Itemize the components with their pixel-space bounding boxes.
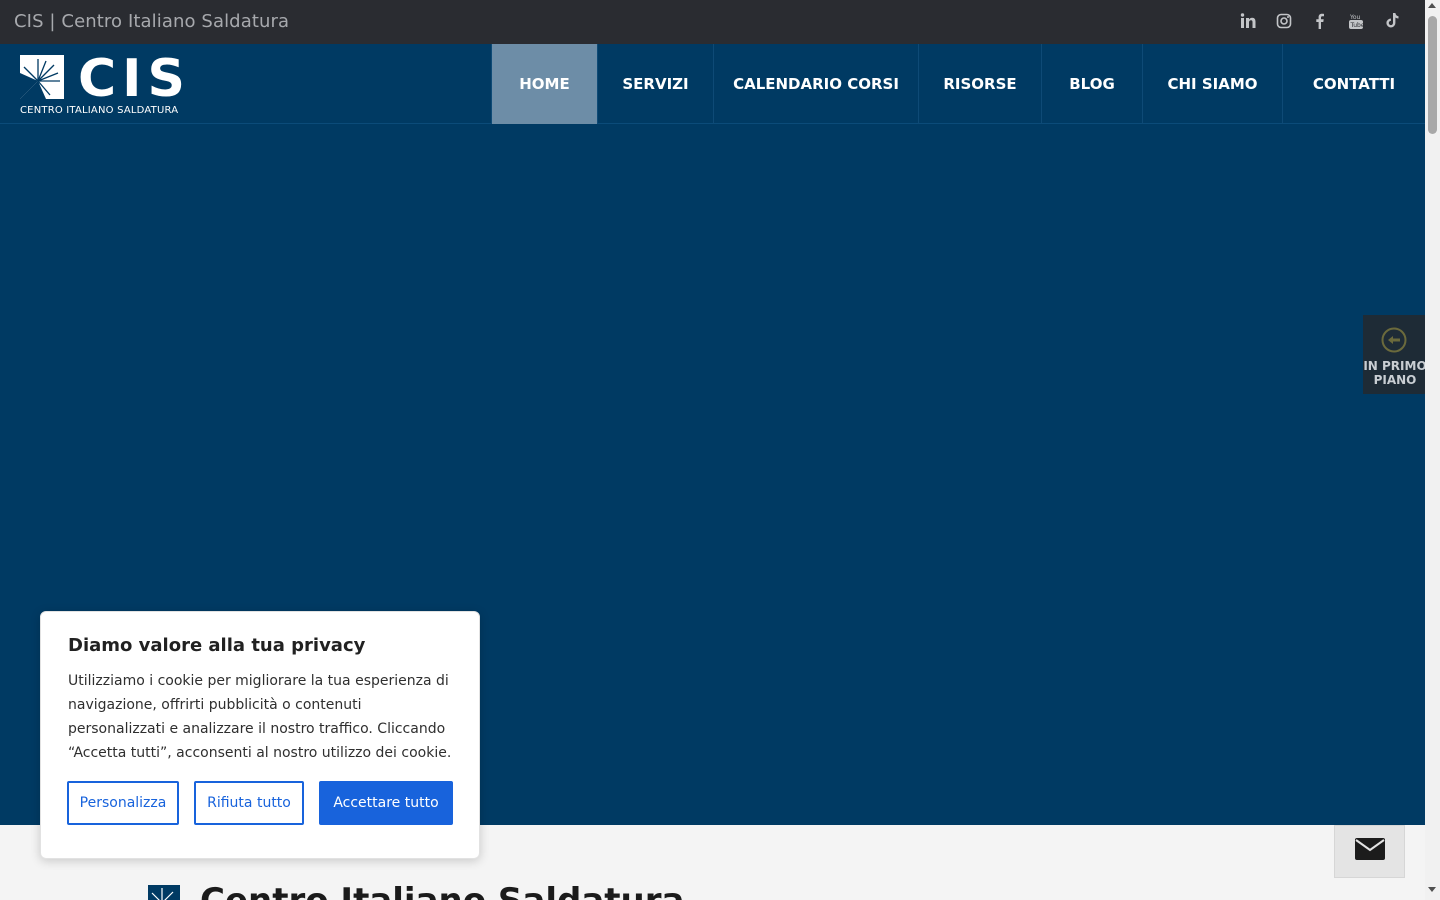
in-primo-piano-tab[interactable]: IN PRIMO PIANO <box>1363 315 1427 394</box>
site-title: CIS | Centro Italiano Saldatura <box>14 11 290 32</box>
reject-all-button[interactable]: Rifiuta tutto <box>194 781 304 825</box>
svg-text:You: You <box>1349 14 1361 21</box>
nav-item-blog[interactable]: BLOG <box>1041 44 1142 124</box>
main-navbar: CIS CENTRO ITALIANO SALDATURA HOME SERVI… <box>0 44 1425 124</box>
mail-icon <box>1354 838 1385 865</box>
social-links: You Tube <box>1237 10 1403 32</box>
main-menu: HOME SERVIZI CALENDARIO CORSI RISORSE BL… <box>491 44 1425 124</box>
tiktok-icon[interactable] <box>1381 10 1403 32</box>
facebook-icon[interactable] <box>1309 10 1331 32</box>
in-primo-piano-label: IN PRIMO PIANO <box>1363 359 1427 387</box>
nav-item-risorse[interactable]: RISORSE <box>918 44 1041 124</box>
nav-item-servizi[interactable]: SERVIZI <box>597 44 713 124</box>
page-scrollbar[interactable] <box>1425 0 1440 900</box>
cookie-consent-dialog: Diamo valore alla tua privacy Utilizziam… <box>40 611 480 859</box>
logo-star-icon <box>20 55 64 99</box>
youtube-icon[interactable]: You Tube <box>1345 10 1367 32</box>
nav-item-contatti[interactable]: CONTATTI <box>1282 44 1425 124</box>
top-bar: CIS | Centro Italiano Saldatura You Tube <box>0 0 1425 44</box>
cookie-description: Utilizziamo i cookie per migliorare la t… <box>68 673 452 761</box>
section-logo-icon <box>148 885 180 900</box>
linkedin-icon[interactable] <box>1237 10 1259 32</box>
nav-item-home[interactable]: HOME <box>491 44 597 124</box>
customize-button[interactable]: Personalizza <box>67 781 179 825</box>
contact-mail-button[interactable] <box>1334 825 1405 878</box>
scroll-down-icon[interactable] <box>1428 887 1436 892</box>
site-logo[interactable]: CIS CENTRO ITALIANO SALDATURA <box>20 49 185 117</box>
logo-subtitle: CENTRO ITALIANO SALDATURA <box>20 105 179 116</box>
cookie-title: Diamo valore alla tua privacy <box>68 635 366 656</box>
svg-text:Tube: Tube <box>1350 22 1365 29</box>
nav-item-chi-siamo[interactable]: CHI SIAMO <box>1142 44 1282 124</box>
logo-text: CIS <box>78 49 191 109</box>
nav-item-calendario-corsi[interactable]: CALENDARIO CORSI <box>713 44 918 124</box>
instagram-icon[interactable] <box>1273 10 1295 32</box>
scroll-up-icon[interactable] <box>1428 3 1436 8</box>
scroll-thumb[interactable] <box>1428 16 1437 134</box>
accept-all-button[interactable]: Accettare tutto <box>319 781 453 825</box>
arrow-left-circle-icon <box>1381 327 1407 353</box>
section-title: Centro Italiano Saldatura <box>200 881 684 900</box>
